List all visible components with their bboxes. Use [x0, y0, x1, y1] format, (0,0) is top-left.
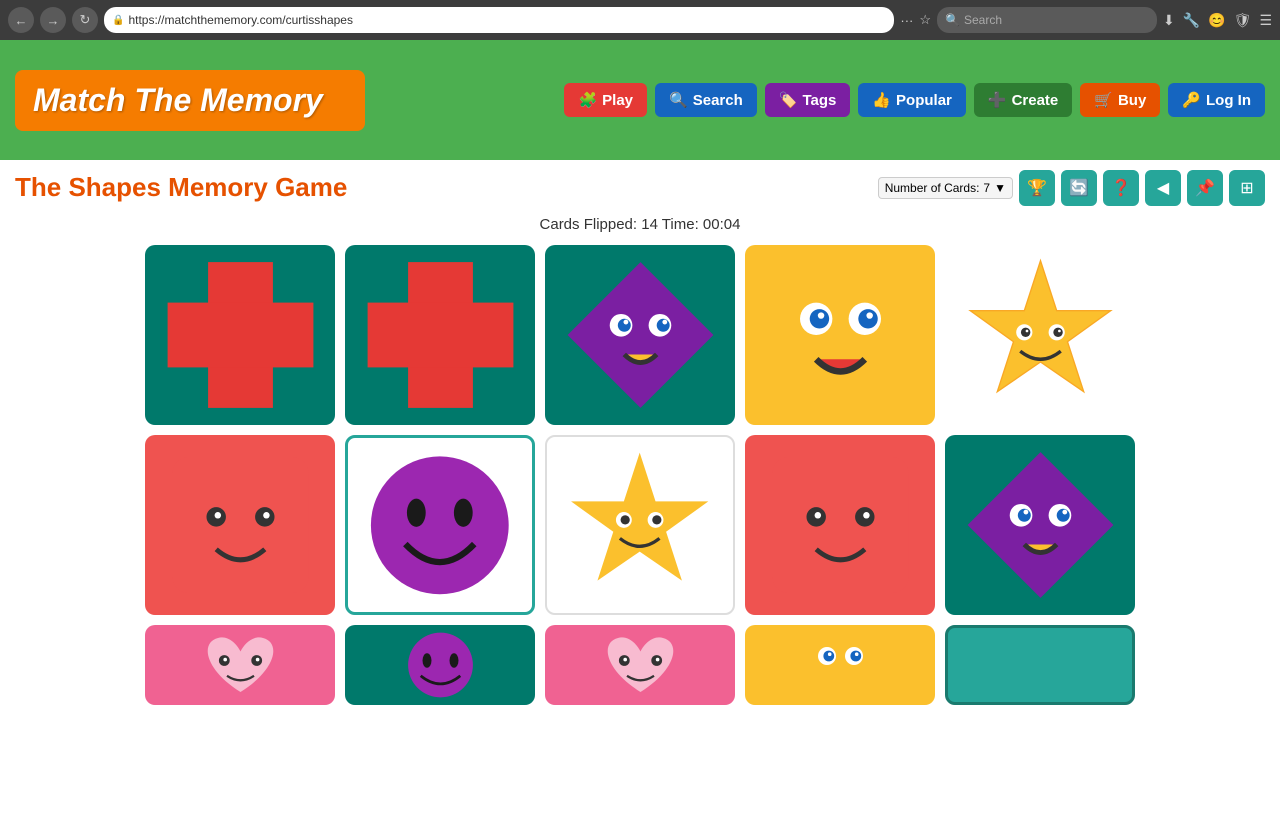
profile-icon[interactable]: 😊	[1208, 12, 1225, 29]
cards-grid	[15, 245, 1265, 805]
extensions-icon[interactable]: 🔧	[1183, 12, 1200, 29]
create-button[interactable]: ➕ Create	[974, 83, 1072, 117]
grid-button[interactable]: ⊞	[1229, 170, 1265, 206]
card-8[interactable]	[545, 435, 735, 615]
address-bar[interactable]: 🔒 https://matchthememory.com/curtisshape…	[104, 7, 894, 33]
game-area: The Shapes Memory Game Number of Cards: …	[0, 160, 1280, 815]
browser-toolbar: ··· ☆	[900, 12, 931, 28]
card-10[interactable]	[945, 435, 1135, 615]
login-button[interactable]: 🔑 Log In	[1168, 83, 1265, 117]
browser-extra-icons: ⬇ 🔧 😊 🛡 ☰	[1163, 12, 1272, 29]
url-text: https://matchthememory.com/curtisshapes	[128, 13, 353, 27]
game-toolbar: Number of Cards: 7 ▼ 🏆 🔄 ❓ ◀ 📌 ⊞	[878, 170, 1265, 206]
card-11[interactable]	[145, 625, 335, 705]
card-15[interactable]	[945, 625, 1135, 705]
download-icon[interactable]: ⬇	[1163, 12, 1175, 29]
refresh-button[interactable]: 🔄	[1061, 170, 1097, 206]
num-cards-label: Number of Cards:	[885, 181, 980, 195]
menu-icon[interactable]: ☰	[1259, 12, 1272, 29]
card-6[interactable]	[145, 435, 335, 615]
play-button[interactable]: 🧩 Play	[564, 83, 647, 117]
chevron-icon: ▼	[994, 181, 1006, 195]
card-7[interactable]	[345, 435, 535, 615]
buy-button[interactable]: 🛒 Buy	[1080, 83, 1160, 117]
refresh-button[interactable]: ↻	[72, 7, 98, 33]
back-button[interactable]: ←	[8, 7, 34, 33]
browser-bar: ← → ↻ 🔒 https://matchthememory.com/curti…	[0, 0, 1280, 40]
forward-button[interactable]: →	[40, 7, 66, 33]
more-icon[interactable]: ···	[900, 13, 913, 28]
back-button[interactable]: ◀	[1145, 170, 1181, 206]
search-label: Search	[964, 13, 1002, 27]
card-3[interactable]	[545, 245, 735, 425]
site-header: Match The Memory 🧩 Play 🔍 Search 🏷️ Tags…	[0, 40, 1280, 160]
logo: Match The Memory	[15, 70, 365, 131]
lock-icon: 🔒	[112, 15, 124, 26]
game-title: The Shapes Memory Game	[15, 172, 347, 203]
help-button[interactable]: ❓	[1103, 170, 1139, 206]
nav-buttons: 🧩 Play 🔍 Search 🏷️ Tags 👍 Popular ➕ Crea…	[564, 83, 1265, 117]
trophy-button[interactable]: 🏆	[1019, 170, 1055, 206]
card-13[interactable]	[545, 625, 735, 705]
card-9[interactable]	[745, 435, 935, 615]
search-icon: 🔍	[945, 13, 960, 27]
shield-icon: 🛡	[1234, 12, 1252, 29]
bookmark-icon[interactable]: ☆	[919, 12, 931, 28]
num-cards-selector[interactable]: Number of Cards: 7 ▼	[878, 177, 1013, 199]
tags-button[interactable]: 🏷️ Tags	[765, 83, 851, 117]
card-5[interactable]	[945, 245, 1135, 425]
num-cards-value: 7	[983, 181, 990, 195]
popular-button[interactable]: 👍 Popular	[858, 83, 966, 117]
pin-button[interactable]: 📌	[1187, 170, 1223, 206]
browser-search-box[interactable]: 🔍 Search	[937, 7, 1157, 33]
card-12[interactable]	[345, 625, 535, 705]
card-2[interactable]	[345, 245, 535, 425]
card-14[interactable]	[745, 625, 935, 705]
search-button[interactable]: 🔍 Search	[655, 83, 757, 117]
card-1[interactable]	[145, 245, 335, 425]
card-4[interactable]	[745, 245, 935, 425]
game-stats: Cards Flipped: 14 Time: 00:04	[15, 216, 1265, 233]
